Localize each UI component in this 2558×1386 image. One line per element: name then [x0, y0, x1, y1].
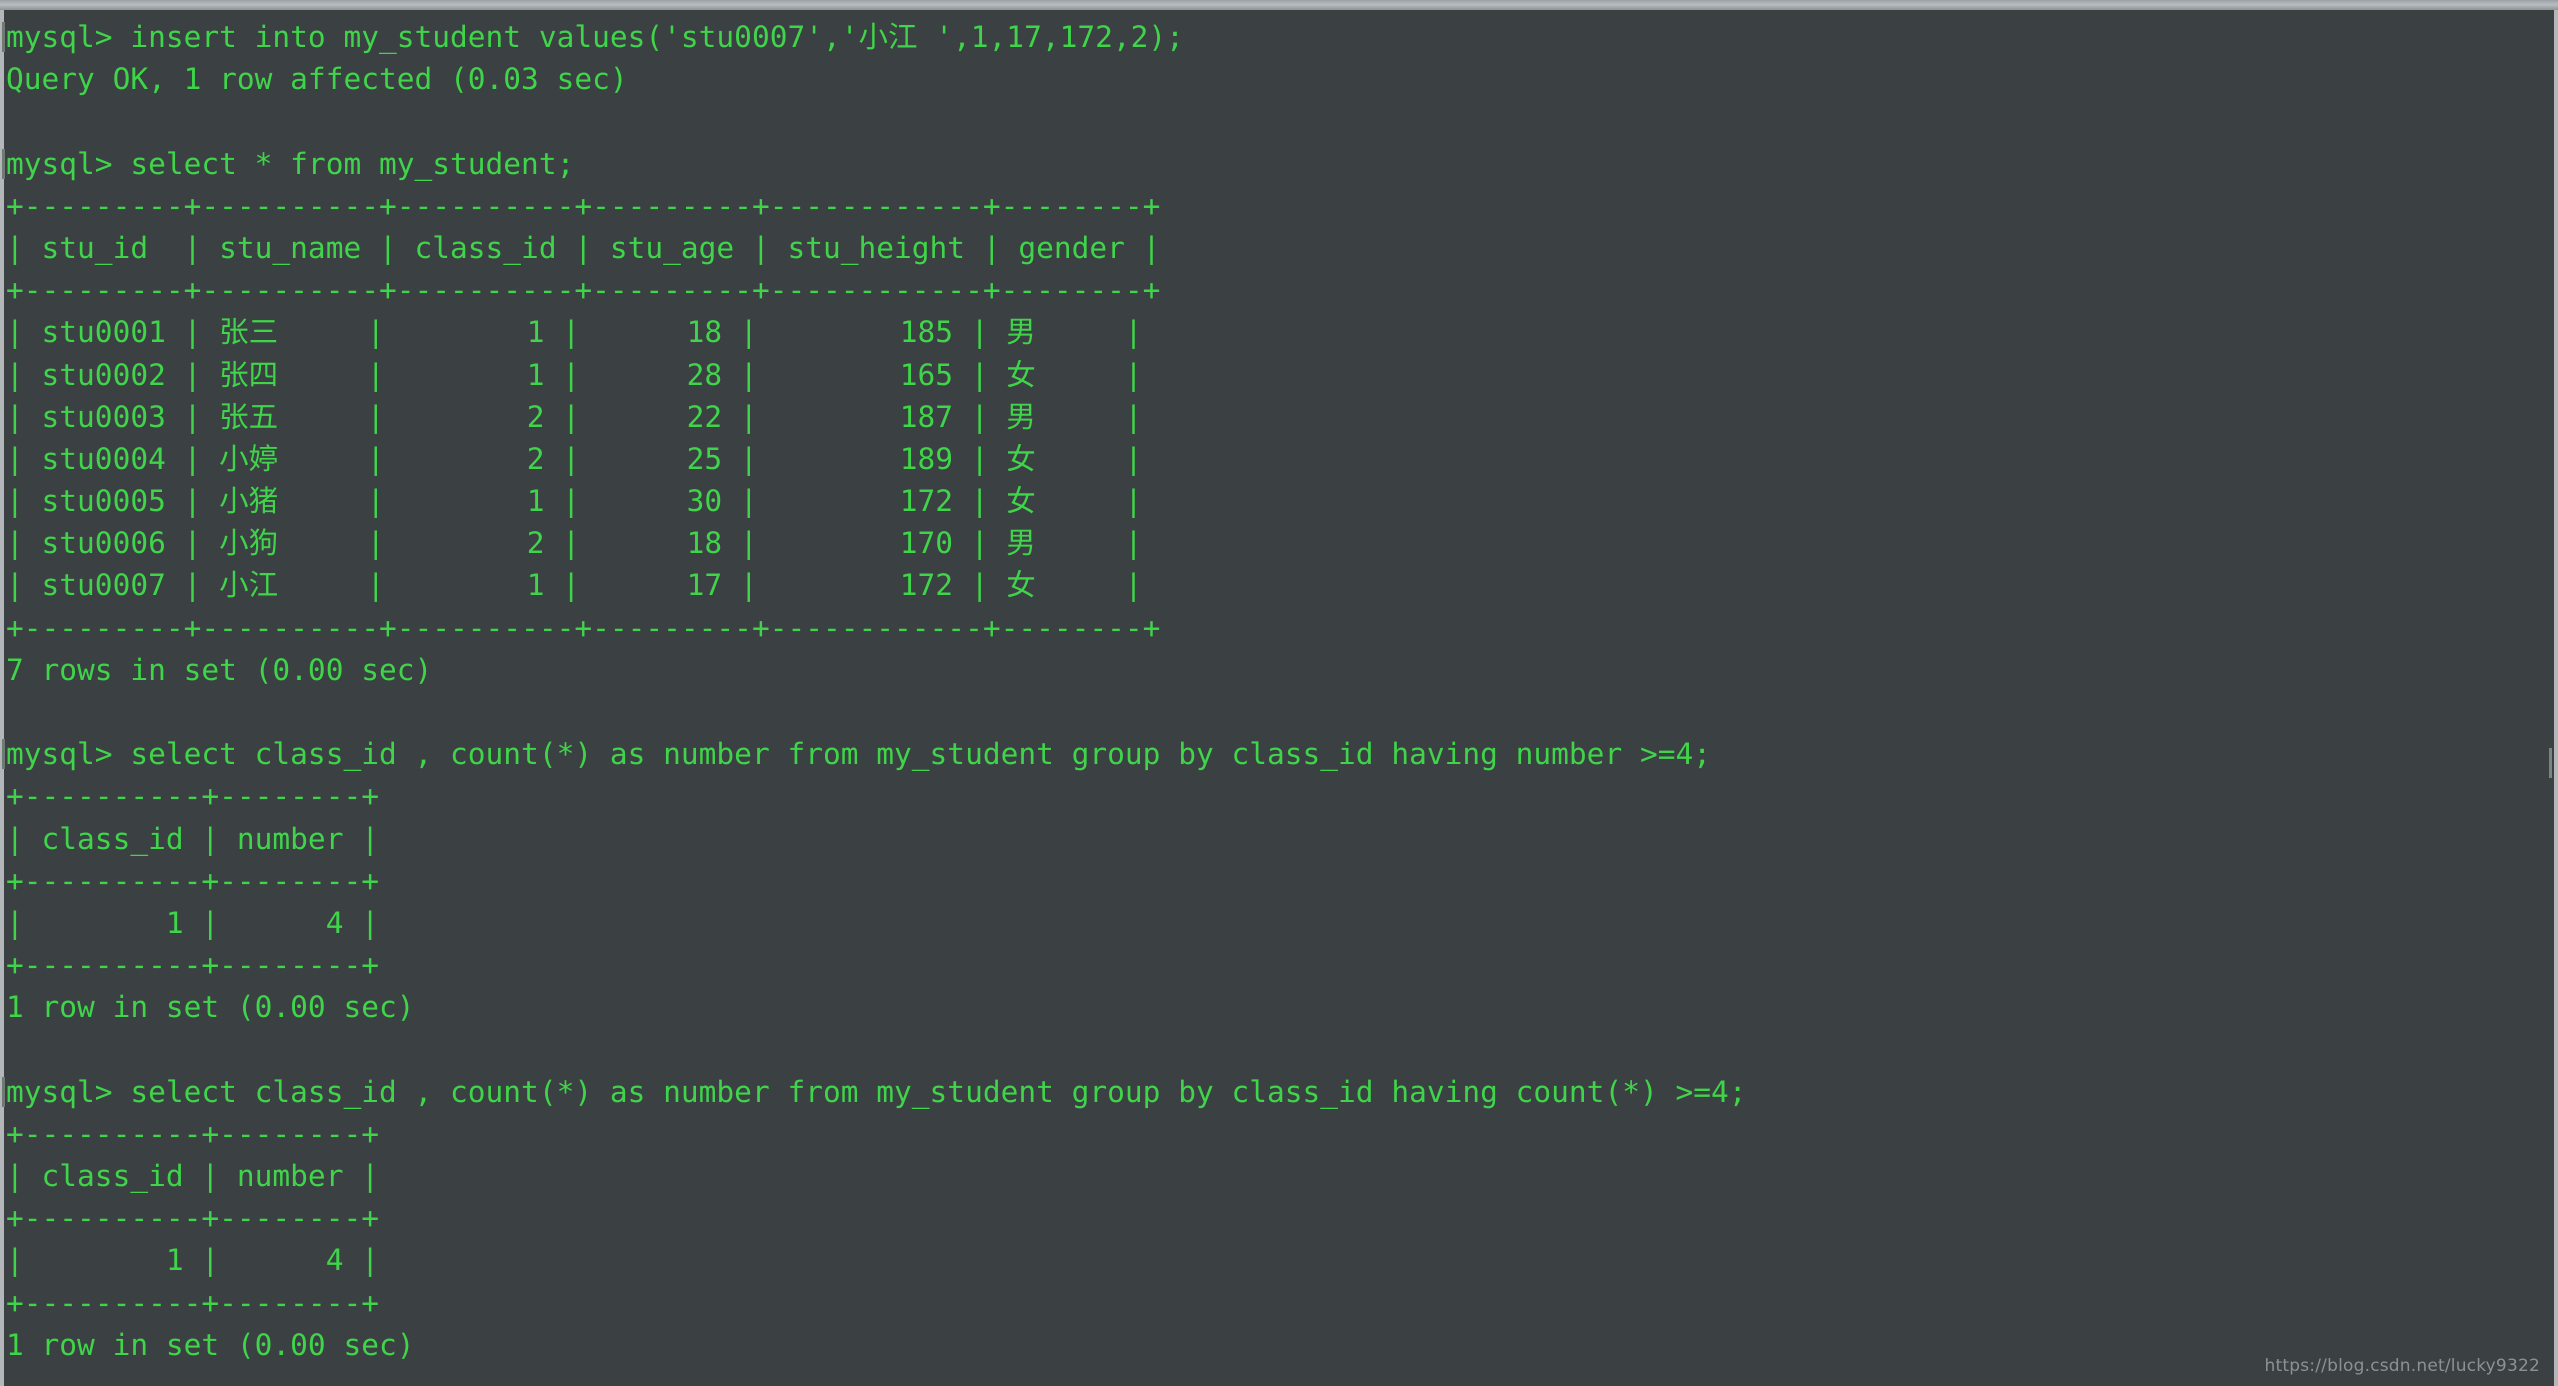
terminal-output-line: +----------+--------+ [6, 1285, 379, 1320]
terminal-prompt-line: mysql> select class_id , count(*) as num… [2, 733, 2554, 775]
terminal-output-line: | 1 | 4 | [6, 1243, 379, 1278]
terminal-output-line: | stu0006 | 小狗 | 2 | 18 | 170 | 男 | [6, 526, 1143, 561]
terminal-output-line: +---------+----------+----------+-------… [6, 610, 1161, 645]
line-wrap-marker [2549, 748, 2552, 778]
window-frame-right [2554, 10, 2558, 1386]
terminal-output-line: | stu0003 | 张五 | 2 | 22 | 187 | 男 | [6, 399, 1143, 434]
terminal-output-line: +----------+--------+ [6, 948, 379, 983]
terminal-output-line: Query OK, 1 row affected (0.03 sec) [6, 62, 628, 97]
terminal-output-line: 7 rows in set (0.00 sec) [6, 652, 433, 687]
terminal-prompt-line: mysql> select * from my_student; [2, 143, 2554, 185]
terminal-output-line: +---------+----------+----------+-------… [6, 273, 1161, 308]
terminal-output-line: 1 row in set (0.00 sec) [6, 990, 415, 1025]
terminal-output-line: | stu_id | stu_name | class_id | stu_age… [6, 230, 1161, 265]
terminal-prompt-line: mysql> insert into my_student values('st… [2, 16, 2554, 58]
terminal-output-line: | stu0001 | 张三 | 1 | 18 | 185 | 男 | [6, 315, 1143, 350]
terminal-output-line: | class_id | number | [6, 1159, 379, 1194]
terminal-output-line: | stu0004 | 小婷 | 2 | 25 | 189 | 女 | [6, 441, 1143, 476]
terminal-output-line: | stu0005 | 小猪 | 1 | 30 | 172 | 女 | [6, 484, 1143, 519]
terminal-prompt-line: mysql> select class_id , count(*) as num… [2, 1071, 2554, 1113]
terminal-output-line: | stu0002 | 张四 | 1 | 28 | 165 | 女 | [6, 357, 1143, 392]
terminal-output[interactable]: mysql> insert into my_student values('st… [2, 10, 2554, 1386]
terminal-output-line: +---------+----------+----------+-------… [6, 188, 1161, 223]
terminal-output-line: | 1 | 4 | [6, 905, 379, 940]
terminal-output-line: 1 row in set (0.00 sec) [6, 1327, 415, 1362]
terminal-output-line: +----------+--------+ [6, 1116, 379, 1151]
terminal-output-line: | class_id | number | [6, 821, 379, 856]
terminal-output-line: +----------+--------+ [6, 863, 379, 898]
terminal-output-line: | stu0007 | 小江 | 1 | 17 | 172 | 女 | [6, 568, 1143, 603]
terminal-output-line: +----------+--------+ [6, 779, 379, 814]
watermark-url: https://blog.csdn.net/lucky9322 [2264, 1356, 2540, 1376]
terminal-window: mysql> insert into my_student values('st… [0, 0, 2558, 1386]
window-titlebar[interactable] [0, 0, 2558, 10]
terminal-output-line: +----------+--------+ [6, 1201, 379, 1236]
